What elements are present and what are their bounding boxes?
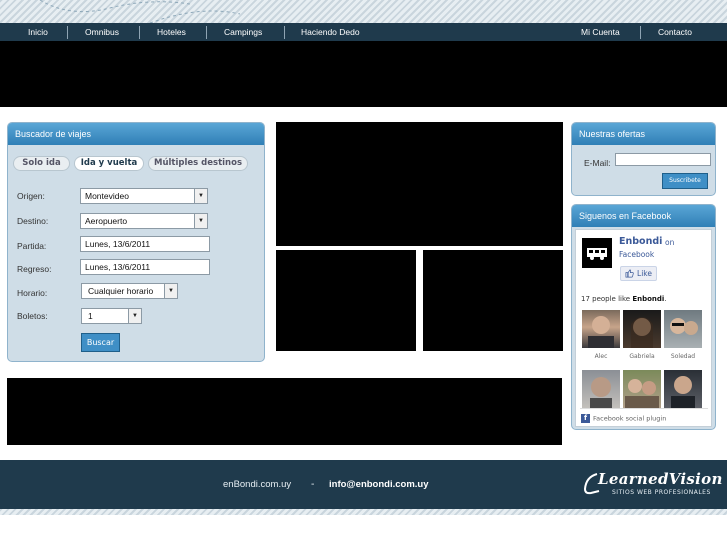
origen-label: Origen: [17, 191, 45, 201]
person-photo [631, 317, 653, 348]
origen-value: Montevideo [85, 191, 129, 201]
enbondi-logo[interactable] [582, 238, 612, 268]
thumbs-up-icon [625, 269, 634, 278]
fan-avatar[interactable] [664, 310, 702, 348]
partida-input[interactable]: Lunes, 13/6/2011 [80, 236, 210, 252]
facebook-title: Siguenos en Facebook [572, 205, 715, 227]
top-banner [0, 41, 727, 107]
chevron-down-icon: ▼ [194, 189, 207, 203]
nav-separator [206, 26, 207, 39]
learnedvision-wordmark: LearnedVision [598, 470, 723, 488]
origen-select[interactable]: Montevideo ▼ [80, 188, 208, 204]
facebook-page-name[interactable]: Enbondi [619, 236, 662, 247]
nav-separator [139, 26, 140, 39]
subscribe-button[interactable]: Suscribete [662, 173, 708, 189]
chevron-down-icon: ▼ [128, 309, 141, 323]
fan-avatar[interactable] [582, 370, 620, 408]
nav-separator [640, 26, 641, 39]
facebook-like-button[interactable]: Like [620, 266, 657, 281]
destino-label: Destino: [17, 216, 49, 226]
footer: enBondi.com.uy - info@enbondi.com.uy Lea… [0, 460, 727, 509]
nav-item-hoteles[interactable]: Hoteles [157, 23, 186, 41]
header-decoration [39, 0, 241, 23]
learnedvision-logo[interactable]: LearnedVision SITIOS WEB PROFESIONALES [580, 470, 723, 500]
facebook-panel: Siguenos en Facebook Enbondi on Facebook… [571, 204, 716, 430]
facebook-link[interactable]: Facebook [619, 250, 654, 259]
tab-solo-ida[interactable]: Solo ida [13, 156, 70, 171]
facebook-icon: f [581, 414, 590, 423]
person-photo [670, 318, 698, 335]
facebook-plugin-credit[interactable]: f Facebook social plugin [581, 414, 666, 423]
nav-item-campings[interactable]: Campings [224, 23, 262, 41]
bottom-banner [7, 378, 562, 445]
nav-item-haciendo-dedo[interactable]: Haciendo Dedo [301, 23, 360, 41]
nav-item-omnibus[interactable]: Omnibus [85, 23, 119, 41]
fan-avatar[interactable] [664, 370, 702, 408]
footer-site-name: enBondi.com.uy [223, 479, 292, 490]
email-field[interactable] [615, 153, 711, 166]
person-photo [590, 377, 612, 408]
fan-name: Soledad [670, 353, 696, 360]
like-label: Like [637, 269, 652, 278]
trip-search-title: Buscador de viajes [8, 123, 264, 145]
likes-suffix: . [664, 295, 667, 303]
footer-email-link[interactable]: info@enbondi.com.uy [329, 479, 429, 490]
likes-page: Enbondi [632, 295, 665, 303]
partida-label: Partida: [17, 241, 47, 251]
tab-multiples-destinos[interactable]: Múltiples destinos [148, 156, 248, 171]
person-photo [588, 316, 614, 348]
destino-select[interactable]: Aeropuerto ▼ [80, 213, 208, 229]
bus-icon [587, 248, 607, 260]
boletos-select[interactable]: 1 ▼ [81, 308, 142, 324]
learnedvision-tagline: SITIOS WEB PROFESIONALES [612, 489, 711, 496]
offers-title: Nuestras ofertas [572, 123, 715, 145]
facebook-on-text: on [665, 238, 675, 247]
nav-item-contacto[interactable]: Contacto [658, 23, 692, 41]
nav-separator [284, 26, 285, 39]
footer-stripe [0, 509, 727, 515]
footer-separator: - [311, 479, 315, 490]
fan-avatar[interactable] [623, 370, 661, 408]
email-label: E-Mail: [584, 158, 611, 168]
fan-name: Alec [594, 353, 608, 360]
fan-name: Gabriela [629, 353, 655, 360]
chevron-down-icon: ▼ [164, 284, 177, 298]
regreso-label: Regreso: [17, 264, 52, 274]
tab-ida-y-vuelta[interactable]: Ida y vuelta [74, 156, 144, 171]
promo-box-left [276, 250, 416, 351]
divider [580, 408, 708, 409]
main-nav: Inicio Omnibus Hoteles Campings Haciendo… [0, 23, 727, 41]
nav-item-inicio[interactable]: Inicio [28, 23, 48, 41]
buscar-button[interactable]: Buscar [81, 333, 120, 352]
main-banner [276, 122, 563, 246]
regreso-input[interactable]: Lunes, 13/6/2011 [80, 259, 210, 275]
fan-avatar[interactable] [582, 310, 620, 348]
likes-prefix: 17 people like [581, 295, 631, 303]
horario-value: Cualquier horario [88, 286, 154, 296]
facebook-likebox: Enbondi on Facebook Like 17 people like … [575, 229, 712, 427]
plugin-label: Facebook social plugin [593, 414, 667, 423]
destino-value: Aeropuerto [85, 216, 128, 226]
horario-label: Horario: [17, 288, 48, 298]
facebook-likes-count: 17 people like Enbondi. [581, 295, 667, 303]
horario-select[interactable]: Cualquier horario ▼ [81, 283, 178, 299]
person-photo [625, 379, 659, 408]
boletos-value: 1 [88, 311, 93, 321]
trip-search-panel: Buscador de viajes Solo ida Ida y vuelta… [7, 122, 265, 362]
boletos-label: Boletos: [17, 311, 48, 321]
header-stripe [0, 0, 727, 23]
promo-box-right [423, 250, 563, 351]
offers-panel: Nuestras ofertas E-Mail: Suscribete [571, 122, 716, 196]
fan-avatar[interactable] [623, 310, 661, 348]
nav-item-mi-cuenta[interactable]: Mi Cuenta [581, 23, 620, 41]
chevron-down-icon: ▼ [194, 214, 207, 228]
person-photo [671, 376, 695, 408]
nav-separator [67, 26, 68, 39]
